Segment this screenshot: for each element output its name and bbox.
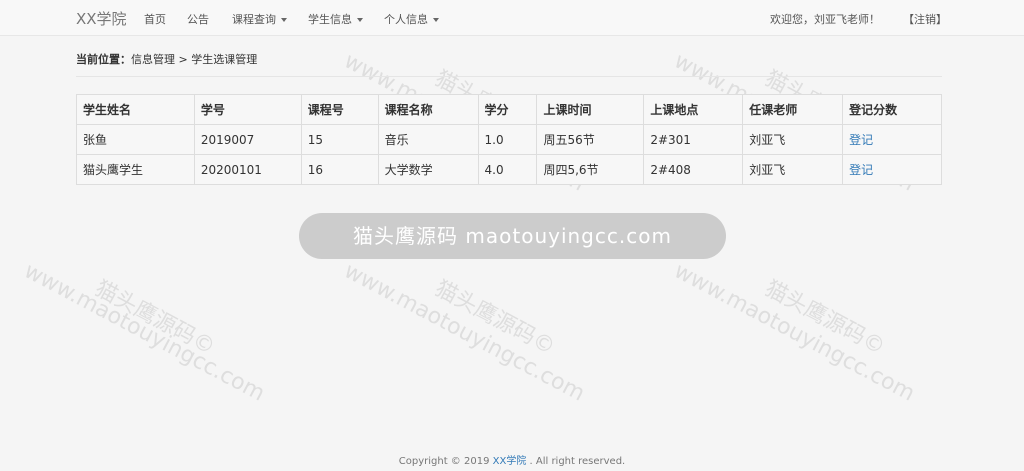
cell-class-location: 2#301 (643, 124, 744, 155)
cell-course-id: 15 (300, 124, 379, 155)
logout-link[interactable]: 【注销】 (903, 11, 947, 27)
cell-course-id: 16 (300, 154, 379, 185)
col-header-class-location: 上课地点 (643, 94, 744, 125)
col-header-course-name: 课程名称 (377, 94, 479, 125)
nav-student-info[interactable]: 学生信息 (308, 11, 363, 27)
grade-entry-link[interactable]: 登记 (849, 133, 873, 147)
col-header-course-id: 课程号 (300, 94, 379, 125)
col-header-credits: 学分 (477, 94, 538, 125)
caret-down-icon (433, 18, 439, 22)
col-header-student-id: 学号 (193, 94, 302, 125)
cell-class-time: 周五56节 (536, 124, 645, 155)
nav-home-label: 首页 (144, 13, 166, 26)
watermark-text: 猫头鹰源码© (760, 276, 889, 361)
footer-rights: . All right reserved. (526, 456, 626, 467)
breadcrumb-path: 信息管理 > 学生选课管理 (131, 53, 258, 66)
cell-course-name: 大学数学 (377, 154, 479, 185)
nav-home[interactable]: 首页 (144, 11, 166, 27)
col-header-teacher: 任课老师 (742, 94, 844, 125)
cell-class-time: 周四5,6节 (536, 154, 645, 185)
breadcrumb-label: 当前位置： (76, 53, 131, 66)
divider (76, 76, 942, 77)
cell-course-name: 音乐 (377, 124, 479, 155)
nav-course-query[interactable]: 课程查询 (232, 11, 287, 27)
footer-copyright: Copyright © 2019 (398, 456, 493, 467)
watermark-url: www.maotouyingcc.com (339, 258, 589, 407)
cell-class-location: 2#408 (643, 154, 744, 185)
cell-credits: 1.0 (477, 124, 538, 155)
watermark-text: 猫头鹰源码© (90, 276, 219, 361)
footer: Copyright © 2019 XX学院 . All right reserv… (0, 452, 1024, 467)
cell-student-id: 2019007 (193, 124, 302, 155)
cell-credits: 4.0 (477, 154, 538, 185)
watermark-text: 猫头鹰源码© (430, 276, 559, 361)
cell-teacher: 刘亚飞 (742, 124, 844, 155)
nav-announcements[interactable]: 公告 (187, 11, 209, 27)
col-header-class-time: 上课时间 (536, 94, 645, 125)
table-row: 张鱼 2019007 15 音乐 1.0 周五56节 2#301 刘亚飞 登记 (76, 124, 942, 155)
welcome-message: 欢迎您，刘亚飞老师！ (770, 13, 880, 26)
cell-student-name: 张鱼 (76, 124, 195, 155)
breadcrumb: 当前位置：信息管理 > 学生选课管理 (76, 51, 257, 67)
cell-student-name: 猫头鹰学生 (76, 154, 195, 185)
cell-grade-entry: 登记 (842, 154, 942, 185)
caret-down-icon (357, 18, 363, 22)
footer-brand-link[interactable]: XX学院 (493, 456, 527, 467)
caret-down-icon (281, 18, 287, 22)
nav-personal-info-label: 个人信息 (384, 13, 428, 26)
col-header-grade-entry: 登记分数 (842, 94, 942, 125)
table-row: 猫头鹰学生 20200101 16 大学数学 4.0 周四5,6节 2#408 … (76, 154, 942, 185)
cell-grade-entry: 登记 (842, 124, 942, 155)
student-course-table: 学生姓名 学号 课程号 课程名称 学分 上课时间 上课地点 任课老师 登记分数 … (76, 94, 942, 185)
cell-student-id: 20200101 (193, 154, 302, 185)
watermark-url: www.maotouyingcc.com (19, 258, 269, 407)
grade-entry-link[interactable]: 登记 (849, 163, 873, 177)
table-header-row: 学生姓名 学号 课程号 课程名称 学分 上课时间 上课地点 任课老师 登记分数 (76, 94, 942, 125)
brand-logo[interactable]: XX学院 (76, 8, 127, 29)
top-navbar: XX学院 首页 公告 课程查询 学生信息 个人信息 欢迎您，刘亚飞老师！ 【注销… (0, 0, 1024, 36)
nav-personal-info[interactable]: 个人信息 (384, 11, 439, 27)
cell-teacher: 刘亚飞 (742, 154, 844, 185)
watermark-url: www.maotouyingcc.com (669, 258, 919, 407)
nav-course-query-label: 课程查询 (232, 13, 276, 26)
nav-student-info-label: 学生信息 (308, 13, 352, 26)
toast-message: 猫头鹰源码 maotouyingcc.com (299, 213, 726, 259)
col-header-student-name: 学生姓名 (76, 94, 195, 125)
nav-announcements-label: 公告 (187, 13, 209, 26)
